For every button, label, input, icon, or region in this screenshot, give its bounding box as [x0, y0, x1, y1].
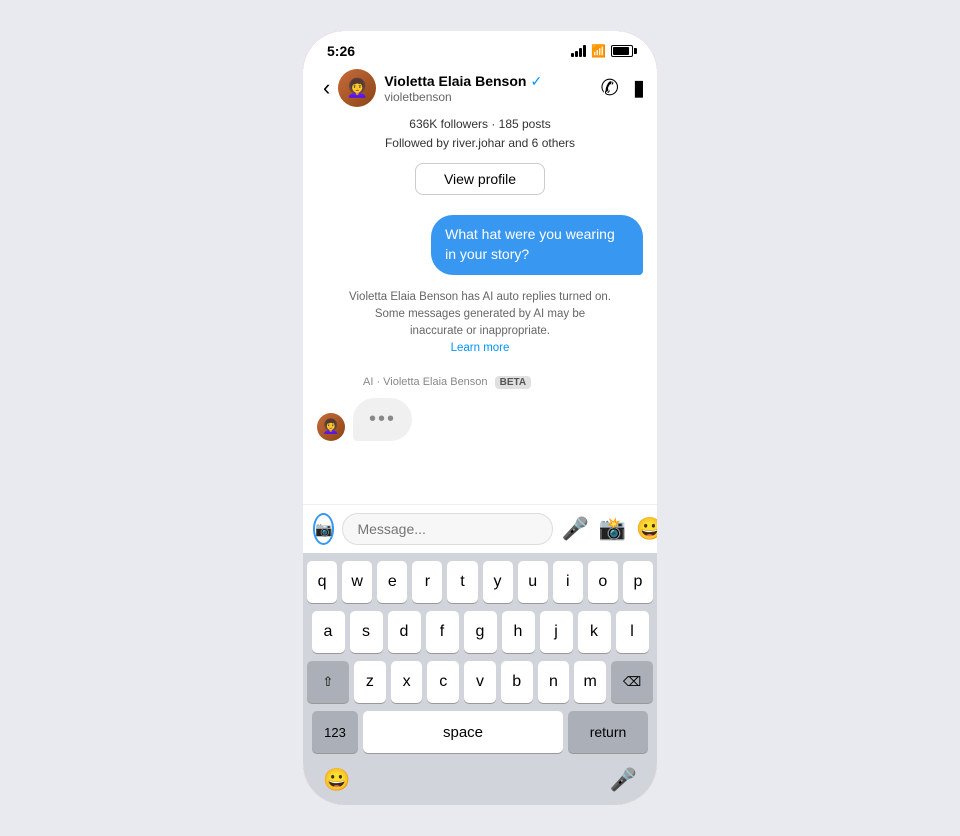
header-actions: ✆ ▮	[600, 75, 645, 101]
username: violetbenson	[384, 90, 600, 104]
key-e[interactable]: e	[377, 561, 407, 603]
display-name: Violetta Elaia Benson	[384, 73, 526, 89]
key-n[interactable]: n	[538, 661, 570, 703]
phone-frame: 5:26 📶 ‹ 👩‍🦱 Violetta Elaia B	[300, 28, 660, 808]
key-f[interactable]: f	[426, 611, 459, 653]
typing-bubble: •••	[353, 398, 412, 441]
shift-key[interactable]: ⇧	[307, 661, 349, 703]
key-s[interactable]: s	[350, 611, 383, 653]
header-user: 👩‍🦱 Violetta Elaia Benson ✓ violetbenson	[338, 69, 600, 107]
delete-key[interactable]: ⌫	[611, 661, 653, 703]
wifi-icon: 📶	[591, 44, 606, 58]
followed-by-text: Followed by river.johar and 6 others	[385, 134, 575, 153]
key-i[interactable]: i	[553, 561, 583, 603]
key-b[interactable]: b	[501, 661, 533, 703]
outgoing-message: What hat were you wearing in your story?	[431, 215, 643, 274]
key-x[interactable]: x	[391, 661, 423, 703]
key-g[interactable]: g	[464, 611, 497, 653]
key-c[interactable]: c	[427, 661, 459, 703]
key-v[interactable]: v	[464, 661, 496, 703]
followers-text: 636K followers · 185 posts	[385, 115, 575, 134]
avatar[interactable]: 👩‍🦱	[338, 69, 376, 107]
status-time: 5:26	[327, 43, 355, 59]
message-input-area: 📷 🎤 📸 😀	[303, 504, 657, 553]
keyboard: q w e r t y u i o p a s d f g h j k l	[303, 553, 657, 805]
space-key[interactable]: space	[363, 711, 563, 753]
message-input[interactable]	[342, 513, 553, 545]
camera-button[interactable]: 📷	[313, 513, 334, 545]
key-o[interactable]: o	[588, 561, 618, 603]
verified-icon: ✓	[530, 73, 542, 90]
ai-label: AI · Violetta Elaia Benson BETA	[317, 376, 643, 388]
key-l[interactable]: l	[616, 611, 649, 653]
num-key[interactable]: 123	[312, 711, 358, 753]
phone-inner: 5:26 📶 ‹ 👩‍🦱 Violetta Elaia B	[303, 31, 657, 805]
user-info: Violetta Elaia Benson ✓ violetbenson	[384, 73, 600, 104]
messages-area: What hat were you wearing in your story?…	[303, 205, 657, 504]
image-icon[interactable]: 📸	[599, 516, 626, 542]
key-t[interactable]: t	[447, 561, 477, 603]
status-icons: 📶	[571, 44, 633, 58]
keyboard-row-3: ⇧ z x c v b n m ⌫	[307, 661, 653, 703]
key-w[interactable]: w	[342, 561, 372, 603]
status-bar: 5:26 📶	[303, 31, 657, 63]
key-u[interactable]: u	[518, 561, 548, 603]
key-z[interactable]: z	[354, 661, 386, 703]
signal-icon	[571, 45, 586, 57]
keyboard-row-1: q w e r t y u i o p	[307, 561, 653, 603]
keyboard-row-4: 123 space return	[307, 711, 653, 753]
key-j[interactable]: j	[540, 611, 573, 653]
emoji-icon[interactable]: 😀	[323, 767, 350, 793]
key-k[interactable]: k	[578, 611, 611, 653]
profile-meta: 636K followers · 185 posts Followed by r…	[385, 115, 575, 153]
microphone-bottom-icon[interactable]: 🎤	[610, 767, 637, 793]
keyboard-bottom: 😀 🎤	[307, 761, 653, 801]
view-profile-button[interactable]: View profile	[415, 163, 545, 195]
user-name-row: Violetta Elaia Benson ✓	[384, 73, 600, 90]
battery-icon	[611, 45, 633, 57]
microphone-icon[interactable]: 🎤	[561, 516, 588, 542]
sticker-icon[interactable]: 😀	[636, 516, 657, 542]
return-key[interactable]: return	[568, 711, 648, 753]
incoming-avatar: 👩‍🦱	[317, 413, 345, 441]
key-a[interactable]: a	[312, 611, 345, 653]
key-q[interactable]: q	[307, 561, 337, 603]
keyboard-row-2: a s d f g h j k l	[307, 611, 653, 653]
back-button[interactable]: ‹	[315, 73, 338, 103]
key-r[interactable]: r	[412, 561, 442, 603]
key-h[interactable]: h	[502, 611, 535, 653]
key-p[interactable]: p	[623, 561, 653, 603]
incoming-message-row: 👩‍🦱 •••	[317, 398, 643, 441]
chat-header: ‹ 👩‍🦱 Violetta Elaia Benson ✓ violetbens…	[303, 63, 657, 205]
key-y[interactable]: y	[483, 561, 513, 603]
header-top: ‹ 👩‍🦱 Violetta Elaia Benson ✓ violetbens…	[315, 69, 645, 107]
beta-badge: BETA	[495, 376, 531, 389]
key-m[interactable]: m	[574, 661, 606, 703]
input-actions: 🎤 📸 😀	[561, 516, 657, 542]
key-d[interactable]: d	[388, 611, 421, 653]
video-button[interactable]: ▮	[633, 75, 645, 101]
ai-notice: Violetta Elaia Benson has AI auto replie…	[317, 285, 643, 362]
learn-more-link[interactable]: Learn more	[451, 342, 510, 354]
call-button[interactable]: ✆	[600, 75, 618, 101]
